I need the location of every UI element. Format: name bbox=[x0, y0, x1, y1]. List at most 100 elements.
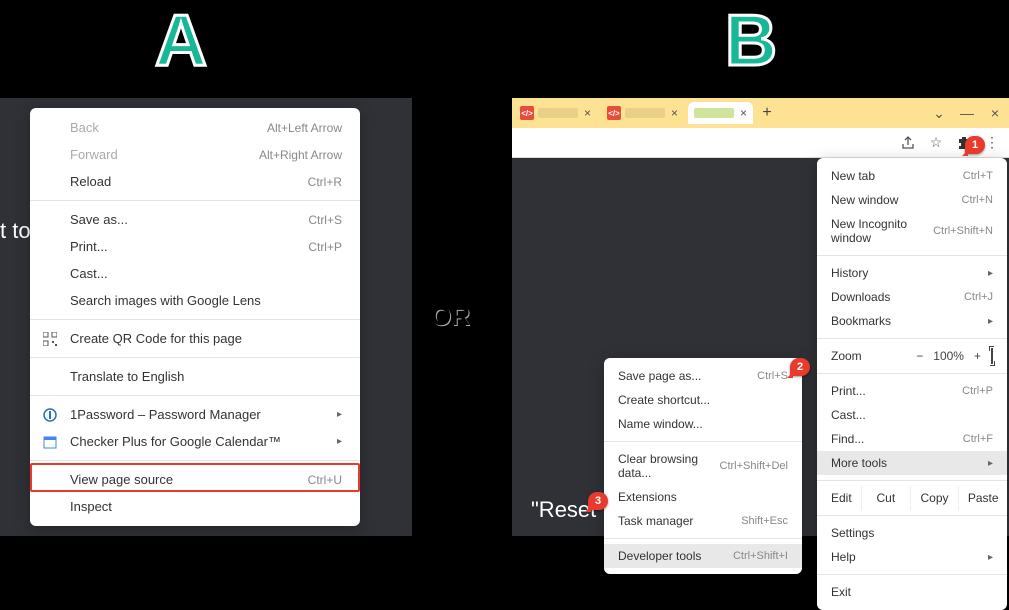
menu-label: Create shortcut... bbox=[618, 393, 710, 407]
menu-shortcut: Ctrl+Shift+N bbox=[933, 225, 993, 237]
menu-item-save-page-as[interactable]: Save page as...Ctrl+S bbox=[604, 364, 802, 388]
menu-item-find[interactable]: Find...Ctrl+F bbox=[817, 427, 1007, 451]
menu-label: Downloads bbox=[831, 290, 890, 304]
menu-item-developer-tools[interactable]: Developer tools Ctrl+Shift+I bbox=[604, 544, 802, 568]
menu-item-print[interactable]: Print... Ctrl+P bbox=[30, 233, 360, 260]
menu-item-settings[interactable]: Settings bbox=[817, 521, 1007, 545]
menu-shortcut: Ctrl+P bbox=[308, 240, 342, 254]
menu-shortcut: Ctrl+P bbox=[962, 385, 993, 397]
menu-label: Edit bbox=[817, 486, 862, 510]
menu-label: Task manager bbox=[618, 514, 693, 528]
tab-2[interactable]: </>× bbox=[601, 102, 684, 124]
menu-item-inspect[interactable]: Inspect bbox=[30, 493, 360, 520]
menu-shortcut: Ctrl+Shift+Del bbox=[720, 460, 788, 472]
menu-item-history[interactable]: History▸ bbox=[817, 261, 1007, 285]
chevron-right-icon: ▸ bbox=[988, 268, 993, 279]
fullscreen-icon[interactable] bbox=[991, 349, 993, 363]
menu-item-forward[interactable]: ForwardAlt+Right Arrow bbox=[30, 141, 360, 168]
tab-title-redacted bbox=[538, 108, 578, 118]
star-icon[interactable]: ☆ bbox=[927, 134, 945, 152]
menu-label: Checker Plus for Google Calendar™ bbox=[70, 434, 281, 449]
new-tab-button[interactable]: + bbox=[755, 104, 779, 122]
share-icon[interactable] bbox=[899, 134, 917, 152]
menu-item-more-tools[interactable]: More tools▸ bbox=[817, 451, 1007, 475]
menu-item-incognito[interactable]: New Incognito windowCtrl+Shift+N bbox=[817, 212, 1007, 250]
menu-item-edit-row: Edit Cut Copy Paste bbox=[817, 486, 1007, 510]
menu-item-cast[interactable]: Cast... bbox=[30, 260, 360, 287]
more-tools-submenu: Save page as...Ctrl+S Create shortcut...… bbox=[604, 358, 802, 574]
menu-label: Save page as... bbox=[618, 369, 701, 383]
menu-item-save-as[interactable]: Save as...Ctrl+S bbox=[30, 206, 360, 233]
menu-item-name-window[interactable]: Name window... bbox=[604, 412, 802, 436]
menu-label: Inspect bbox=[70, 499, 112, 514]
menu-item-new-tab[interactable]: New tabCtrl+T bbox=[817, 164, 1007, 188]
menu-separator bbox=[30, 357, 360, 358]
tab-title-redacted bbox=[625, 108, 665, 118]
callout-badge-1: 1 bbox=[965, 136, 985, 154]
truncated-text-a: t to bbox=[0, 218, 31, 244]
window-close-button[interactable]: × bbox=[981, 105, 1009, 121]
menu-separator bbox=[604, 538, 802, 539]
menu-label: Print... bbox=[831, 384, 866, 398]
menu-item-bookmarks[interactable]: Bookmarks ▸ bbox=[817, 309, 1007, 333]
menu-item-task-manager[interactable]: Task manager Shift+Esc bbox=[604, 509, 802, 533]
menu-item-print[interactable]: Print... Ctrl+P bbox=[817, 379, 1007, 403]
chevron-right-icon: ▸ bbox=[988, 552, 993, 563]
menu-item-clear-browsing-data[interactable]: Clear browsing data...Ctrl+Shift+Del bbox=[604, 447, 802, 485]
menu-separator bbox=[817, 480, 1007, 481]
chevron-right-icon: ▸ bbox=[988, 316, 993, 327]
menu-label: Forward bbox=[70, 147, 118, 162]
menu-item-qr-code[interactable]: Create QR Code for this page bbox=[30, 325, 360, 352]
window-dropdown-button[interactable]: ⌄ bbox=[925, 105, 953, 122]
menu-item-create-shortcut[interactable]: Create shortcut... bbox=[604, 388, 802, 412]
menu-item-exit[interactable]: Exit bbox=[817, 580, 1007, 604]
menu-separator bbox=[604, 441, 802, 442]
menu-item-help[interactable]: Help ▸ bbox=[817, 545, 1007, 569]
or-separator: OR bbox=[431, 301, 470, 332]
menu-shortcut: Ctrl+Shift+I bbox=[733, 550, 788, 562]
tab-strip: </>× </>× × + ⌄ — × bbox=[512, 98, 1009, 128]
menu-label: Create QR Code for this page bbox=[70, 331, 242, 346]
tab-3-active[interactable]: × bbox=[688, 102, 753, 124]
menu-label: Extensions bbox=[618, 490, 677, 504]
menu-item-new-window[interactable]: New windowCtrl+N bbox=[817, 188, 1007, 212]
tab-close-icon[interactable]: × bbox=[584, 106, 591, 120]
menu-item-back[interactable]: BackAlt+Left Arrow bbox=[30, 114, 360, 141]
menu-shortcut: Ctrl+R bbox=[308, 175, 342, 189]
menu-label: Save as... bbox=[70, 212, 128, 227]
edit-paste-button[interactable]: Paste bbox=[959, 486, 1007, 510]
menu-item-checker-plus[interactable]: Checker Plus for Google Calendar™▸ bbox=[30, 428, 360, 455]
menu-label: Developer tools bbox=[618, 549, 701, 563]
menu-item-cast[interactable]: Cast... bbox=[817, 403, 1007, 427]
toolbar: ☆ ⋮ bbox=[512, 128, 1009, 158]
menu-label: Help bbox=[831, 550, 856, 564]
menu-item-1password[interactable]: 1Password – Password Manager▸ bbox=[30, 401, 360, 428]
menu-item-extensions[interactable]: Extensions bbox=[604, 485, 802, 509]
tab-close-icon[interactable]: × bbox=[740, 106, 747, 120]
tab-close-icon[interactable]: × bbox=[671, 106, 678, 120]
menu-label: Print... bbox=[70, 239, 108, 254]
menu-item-translate[interactable]: Translate to English bbox=[30, 363, 360, 390]
edit-cut-button[interactable]: Cut bbox=[862, 486, 911, 510]
tab-1[interactable]: </>× bbox=[514, 102, 597, 124]
window-minimize-button[interactable]: — bbox=[953, 105, 981, 121]
menu-label: Settings bbox=[831, 526, 874, 540]
kebab-menu-icon[interactable]: ⋮ bbox=[983, 134, 1001, 152]
zoom-out-button[interactable]: − bbox=[916, 349, 923, 363]
menu-label: New Incognito window bbox=[831, 217, 933, 245]
tab-title-redacted bbox=[694, 108, 734, 118]
menu-label: Exit bbox=[831, 585, 851, 599]
zoom-in-button[interactable]: + bbox=[974, 349, 981, 363]
option-b-label: B bbox=[725, 0, 777, 82]
menu-item-zoom: Zoom − 100% + bbox=[817, 344, 1007, 368]
menu-separator bbox=[817, 255, 1007, 256]
menu-item-search-lens[interactable]: Search images with Google Lens bbox=[30, 287, 360, 314]
menu-item-downloads[interactable]: DownloadsCtrl+J bbox=[817, 285, 1007, 309]
edit-copy-button[interactable]: Copy bbox=[911, 486, 960, 510]
menu-label: Bookmarks bbox=[831, 314, 891, 328]
menu-shortcut: Shift+Esc bbox=[741, 515, 788, 527]
zoom-value: 100% bbox=[933, 349, 964, 363]
menu-item-reload[interactable]: ReloadCtrl+R bbox=[30, 168, 360, 195]
menu-label: Search images with Google Lens bbox=[70, 293, 261, 308]
menu-label: Find... bbox=[831, 432, 864, 446]
